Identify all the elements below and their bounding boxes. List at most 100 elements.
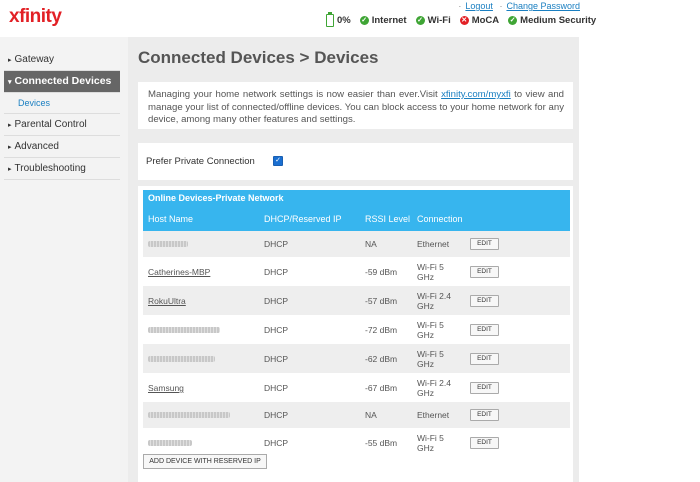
table-row: Samsung DHCP -67 dBm Wi-Fi 2.4 GHz EDIT — [143, 373, 570, 402]
arrow-right-icon: ▸ — [8, 144, 12, 151]
ip-cell: DHCP — [264, 267, 289, 277]
host-name-link[interactable]: RokuUltra — [148, 296, 186, 306]
redacted-host-name[interactable] — [148, 412, 230, 418]
ip-cell: DHCP — [264, 325, 289, 335]
connection-band-cell: GHz — [417, 330, 434, 340]
sidebar-subitem-devices[interactable]: Devices — [4, 93, 120, 114]
ip-cell: DHCP — [264, 438, 289, 448]
rssi-cell: -57 dBm — [365, 296, 398, 306]
sidebar-item-label: Gateway — [14, 54, 54, 65]
table-row: DHCP -55 dBm Wi-Fi 5 GHz EDIT — [143, 428, 570, 457]
connection-cell: Wi-Fi 2.4 — [417, 378, 451, 388]
table-row: Catherines-MBP DHCP -59 dBm Wi-Fi 5 GHz EDIT — [143, 257, 570, 286]
arrow-right-icon: ▸ — [8, 57, 12, 64]
sidebar-item-troubleshooting[interactable]: ▸ Troubleshooting — [4, 158, 120, 180]
logout-link[interactable]: Logout — [465, 1, 493, 11]
redacted-host-name[interactable] — [148, 327, 220, 333]
connection-cell: Ethernet — [417, 239, 450, 249]
redacted-host-name[interactable] — [148, 440, 192, 446]
info-box: Managing your home network settings is n… — [138, 82, 573, 129]
table-row: DHCP NA Ethernet EDIT — [143, 231, 570, 257]
table-row: DHCP -62 dBm Wi-Fi 5 GHz EDIT — [143, 344, 570, 373]
status-security: ✓ Medium Security — [508, 15, 597, 26]
sidebar-item-label: Advanced — [14, 141, 59, 152]
redacted-host-name[interactable] — [148, 241, 188, 247]
connection-cell: Wi-Fi 5 — [417, 433, 444, 443]
status-battery: 0% — [326, 12, 351, 27]
sidebar-item-label: Troubleshooting — [14, 163, 86, 174]
connection-band-cell: GHz — [417, 388, 434, 398]
prefer-private-checkbox[interactable]: ✓ — [273, 156, 283, 166]
col-host-name: Host Name — [148, 214, 194, 224]
prefer-private-label: Prefer Private Connection — [146, 156, 255, 167]
battery-icon — [326, 12, 334, 27]
host-name-link[interactable]: Samsung — [148, 383, 184, 393]
sidebar-item-advanced[interactable]: ▸ Advanced — [4, 136, 120, 158]
connection-cell: Wi-Fi 2.4 — [417, 291, 451, 301]
prefer-private-box: Prefer Private Connection ✓ — [138, 143, 573, 180]
cross-icon: ✕ — [459, 16, 469, 25]
sidebar-item-connected-devices[interactable]: ▾ Connected Devices — [4, 71, 120, 93]
check-icon: ✓ — [415, 16, 425, 25]
status-internet: ✓ Internet — [359, 15, 407, 26]
check-icon: ✓ — [508, 16, 518, 25]
main-content: Connected Devices > Devices Managing you… — [128, 37, 579, 482]
table-row: DHCP NA Ethernet EDIT — [143, 402, 570, 428]
ip-cell: DHCP — [264, 383, 289, 393]
arrow-down-icon: ▾ — [8, 79, 12, 86]
connection-cell: Wi-Fi 5 — [417, 349, 444, 359]
sidebar-item-parental-control[interactable]: ▸ Parental Control — [4, 114, 120, 136]
rssi-cell: NA — [365, 410, 377, 420]
rssi-cell: -59 dBm — [365, 267, 398, 277]
edit-button[interactable]: EDIT — [470, 324, 499, 336]
edit-button[interactable]: EDIT — [470, 353, 499, 365]
col-connection: Connection — [417, 214, 463, 224]
edit-button[interactable]: EDIT — [470, 409, 499, 421]
status-wifi: ✓ Wi-Fi — [415, 15, 451, 26]
page-title: Connected Devices > Devices — [138, 48, 379, 67]
connection-cell: Wi-Fi 5 — [417, 262, 444, 272]
connection-cell: Wi-Fi 5 — [417, 320, 444, 330]
rssi-cell: NA — [365, 239, 377, 249]
connection-band-cell: GHz — [417, 301, 434, 311]
edit-button[interactable]: EDIT — [470, 295, 499, 307]
connection-band-cell: GHz — [417, 359, 434, 369]
top-bar: xfinity · Logout · Change Password 0% ✓ Int… — [0, 0, 700, 37]
check-icon: ✓ — [359, 16, 369, 25]
status-bar: 0% ✓ Internet ✓ Wi-Fi ✕ MoCA ✓ Medium Securi… — [326, 12, 597, 27]
redacted-host-name[interactable] — [148, 356, 215, 362]
rssi-cell: -55 dBm — [365, 438, 398, 448]
devices-table: Online Devices-Private Network Host Name… — [138, 186, 573, 482]
connection-band-cell: GHz — [417, 272, 434, 282]
change-password-link[interactable]: Change Password — [506, 1, 580, 11]
sidebar-item-label: Parental Control — [14, 119, 87, 130]
sidebar-item-label: Connected Devices — [14, 75, 112, 87]
arrow-right-icon: ▸ — [8, 122, 12, 129]
connection-band-cell: GHz — [417, 443, 434, 453]
host-name-link[interactable]: Catherines-MBP — [148, 267, 210, 277]
table-header: Host Name DHCP/Reserved IP RSSI Level Co… — [143, 207, 570, 231]
table-row: DHCP -72 dBm Wi-Fi 5 GHz EDIT — [143, 315, 570, 344]
ip-cell: DHCP — [264, 410, 289, 420]
rssi-cell: -72 dBm — [365, 325, 398, 335]
rssi-cell: -67 dBm — [365, 383, 398, 393]
ip-cell: DHCP — [264, 296, 289, 306]
info-text: Managing your home network settings is n… — [148, 89, 564, 125]
arrow-right-icon: ▸ — [8, 166, 12, 173]
col-ip: DHCP/Reserved IP — [264, 214, 342, 224]
top-links: · Logout · Change Password — [458, 1, 580, 11]
edit-button[interactable]: EDIT — [470, 238, 499, 250]
table-row: RokuUltra DHCP -57 dBm Wi-Fi 2.4 GHz EDIT — [143, 286, 570, 315]
sidebar-item-gateway[interactable]: ▸ Gateway — [4, 49, 120, 71]
xfinity-logo[interactable]: xfinity — [9, 6, 62, 28]
edit-button[interactable]: EDIT — [470, 266, 499, 278]
sidebar-nav: ▸ Gateway ▾ Connected Devices Devices ▸ Par… — [4, 49, 120, 180]
table-title: Online Devices-Private Network — [143, 190, 570, 207]
edit-button[interactable]: EDIT — [470, 437, 499, 449]
add-device-button[interactable]: ADD DEVICE WITH RESERVED IP — [143, 454, 267, 469]
col-rssi: RSSI Level — [365, 214, 411, 224]
myxfi-link[interactable]: xfinity.com/myxfi — [441, 89, 511, 100]
sidebar: ▸ Gateway ▾ Connected Devices Devices ▸ Par… — [0, 37, 128, 482]
status-moca: ✕ MoCA — [459, 15, 500, 26]
edit-button[interactable]: EDIT — [470, 382, 499, 394]
